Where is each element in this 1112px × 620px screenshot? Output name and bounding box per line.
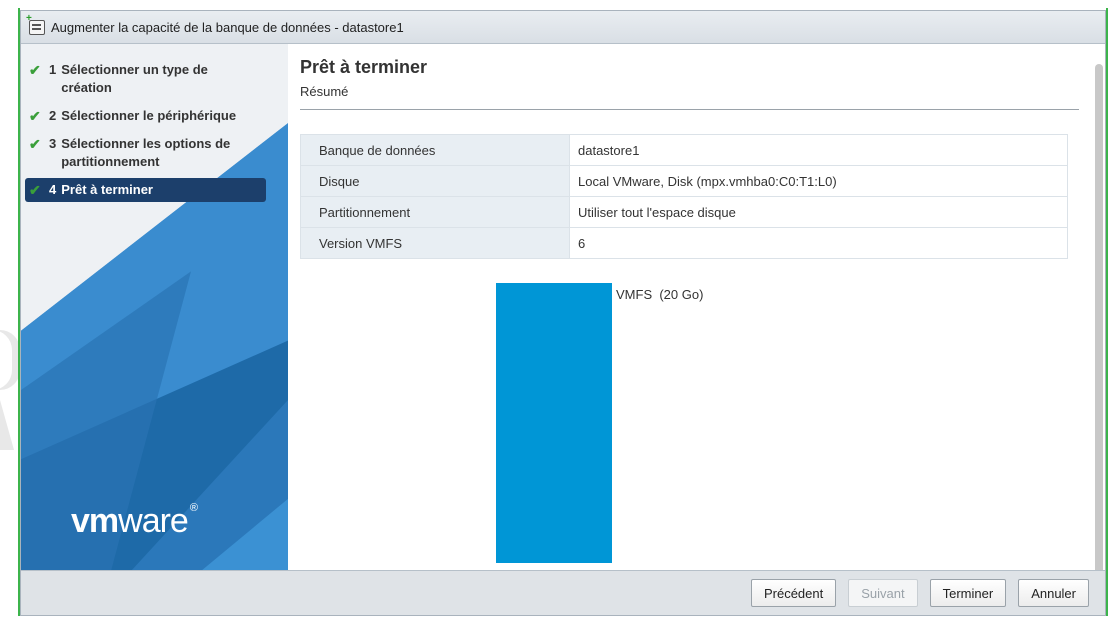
next-button[interactable]: Suivant: [848, 579, 918, 607]
summary-value: Local VMware, Disk (mpx.vmhba0:C0:T1:L0): [569, 165, 1068, 197]
checkmark-icon: ✔: [29, 108, 41, 124]
table-row: Disque Local VMware, Disk (mpx.vmhba0:C0…: [300, 165, 1068, 197]
summary-key: Banque de données: [300, 134, 570, 166]
summary-key: Version VMFS: [300, 227, 570, 259]
checkmark-icon: ✔: [29, 62, 41, 78]
step-number: 3: [49, 136, 57, 151]
table-row: Version VMFS 6: [300, 227, 1068, 259]
dialog-footer: Précédent Suivant Terminer Annuler: [21, 570, 1105, 615]
summary-value: datastore1: [569, 134, 1068, 166]
checkmark-icon: ✔: [29, 182, 41, 198]
step-label: Sélectionner le périphérique: [61, 108, 237, 123]
vertical-scrollbar[interactable]: [1093, 44, 1105, 574]
checkmark-icon: ✔: [29, 136, 41, 152]
vmware-logo: vmware ®: [71, 502, 198, 541]
logo-registered: ®: [189, 502, 198, 514]
summary-key: Partitionnement: [300, 196, 570, 228]
wizard-nav: ✔ 1 Sélectionner un type de création ✔ 2…: [21, 44, 288, 571]
step-select-device[interactable]: ✔ 2 Sélectionner le périphérique: [27, 104, 266, 128]
table-row: Partitionnement Utiliser tout l'espace d…: [300, 196, 1068, 228]
step-select-creation-type[interactable]: ✔ 1 Sélectionner un type de création: [27, 58, 266, 100]
datastore-add-icon: [26, 13, 45, 35]
logo-bold: vm: [71, 502, 119, 540]
scrollbar-thumb[interactable]: [1095, 64, 1103, 574]
background-watermark: [0, 400, 20, 450]
partition-diagram: VMFS (20 Go): [300, 281, 1079, 563]
table-row: Banque de données datastore1: [300, 134, 1068, 166]
main-content: Prêt à terminer Résumé Banque de données…: [288, 44, 1091, 571]
step-number: 1: [49, 62, 57, 77]
previous-button[interactable]: Précédent: [750, 579, 837, 607]
summary-key: Disque: [300, 165, 570, 197]
wizard-steps: ✔ 1 Sélectionner un type de création ✔ 2…: [21, 44, 288, 206]
expand-datastore-dialog: Augmenter la capacité de la banque de do…: [20, 10, 1106, 616]
cancel-button[interactable]: Annuler: [1018, 579, 1089, 607]
step-label: Sélectionner un type de création: [61, 62, 208, 95]
step-ready-to-complete[interactable]: ✔ 4 Prêt à terminer: [25, 178, 266, 202]
summary-table: Banque de données datastore1 Disque Loca…: [300, 134, 1068, 259]
summary-value: Utiliser tout l'espace disque: [569, 196, 1068, 228]
step-label: Sélectionner les options de partitionnem…: [61, 136, 231, 169]
step-partition-options[interactable]: ✔ 3 Sélectionner les options de partitio…: [27, 132, 266, 174]
dialog-title: Augmenter la capacité de la banque de do…: [51, 19, 404, 35]
page-subtitle: Résumé: [300, 84, 1079, 110]
background-watermark: [0, 330, 20, 390]
vmfs-partition-bar: [496, 283, 612, 563]
logo-rest: ware: [118, 502, 189, 540]
dialog-titlebar[interactable]: Augmenter la capacité de la banque de do…: [21, 11, 1105, 44]
step-number: 2: [49, 108, 57, 123]
partition-label: VMFS (20 Go): [616, 287, 704, 302]
page-title: Prêt à terminer: [300, 57, 428, 77]
summary-value: 6: [569, 227, 1068, 259]
step-number: 4: [49, 182, 57, 197]
step-label: Prêt à terminer: [61, 182, 153, 197]
finish-button[interactable]: Terminer: [929, 579, 1007, 607]
